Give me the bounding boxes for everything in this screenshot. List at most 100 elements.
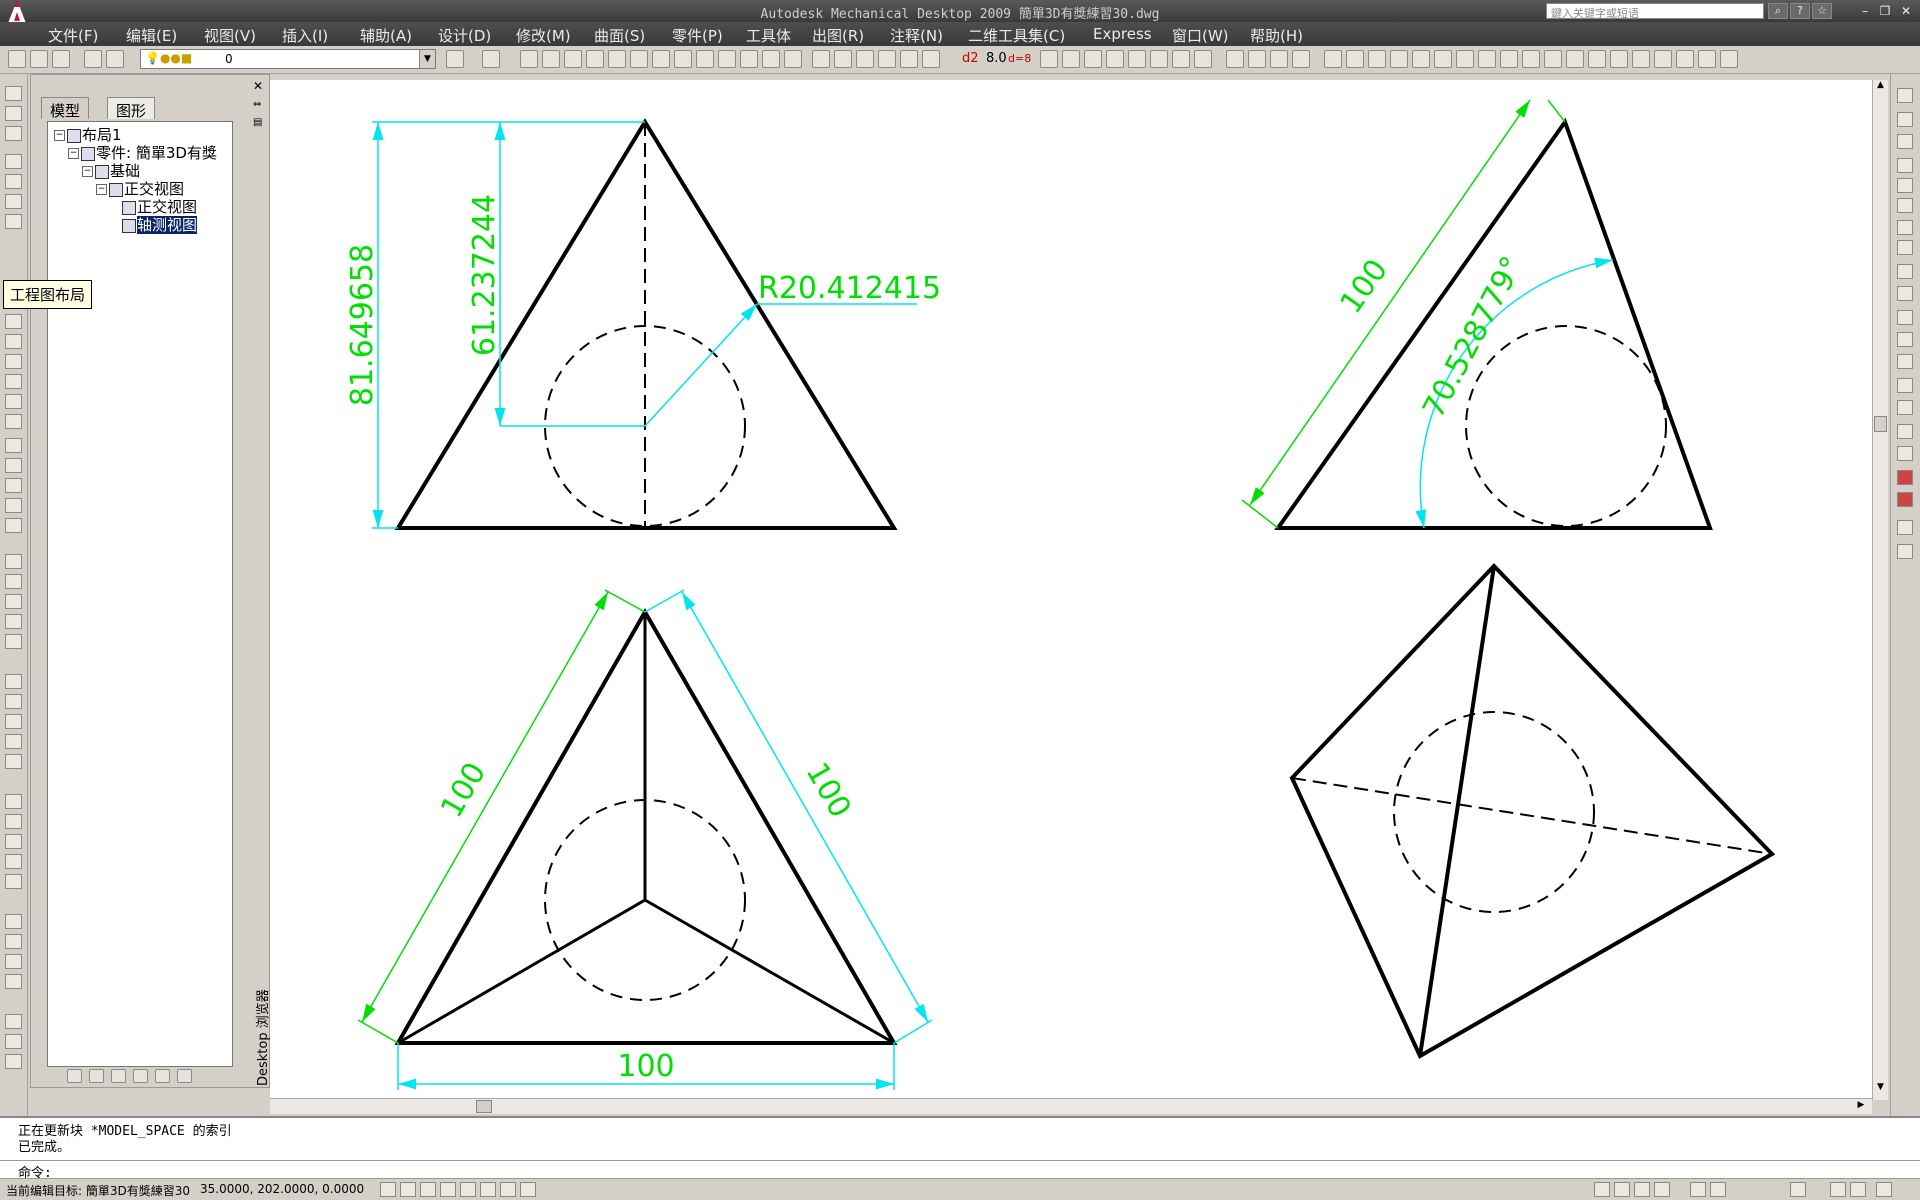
scroll-up-icon[interactable]: ▲ (1874, 80, 1887, 94)
menu-modify[interactable]: 修改(M) (516, 25, 571, 46)
right-tool-icon-9[interactable] (1897, 264, 1913, 279)
right-tool-icon-17[interactable] (1897, 446, 1913, 461)
right-tool-icon-10[interactable] (1897, 286, 1913, 301)
left-tool-icon-13[interactable] (5, 414, 22, 429)
text-icon[interactable] (1040, 50, 1058, 68)
text-style-icon[interactable] (1084, 50, 1102, 68)
view-tool-icon-4[interactable] (1292, 50, 1310, 68)
collapse-icon[interactable]: − (68, 148, 79, 159)
browser-tool-icon-4[interactable] (133, 1069, 148, 1083)
left-tool-icon-24[interactable] (5, 674, 22, 689)
left-tool-icon-15[interactable] (5, 458, 22, 473)
left-tool-icon-29[interactable] (5, 794, 22, 809)
plot-icon[interactable] (84, 50, 102, 68)
otrack-toggle[interactable] (480, 1182, 496, 1197)
menu-file[interactable]: 文件(F) (48, 25, 98, 46)
move-icon[interactable] (1434, 50, 1452, 68)
tab-drawing[interactable]: 图形 (107, 97, 156, 120)
left-tool-icon-12[interactable] (5, 394, 22, 409)
polar-toggle[interactable] (440, 1182, 456, 1197)
search-input[interactable]: 鍵入关键字或短语 (1546, 3, 1764, 20)
menu-view[interactable]: 视图(V) (204, 25, 256, 46)
help-icon[interactable]: ? (1790, 3, 1810, 19)
left-tool-icon-19[interactable] (5, 554, 22, 569)
left-tool-icon-27[interactable] (5, 734, 22, 749)
left-tool-icon-31[interactable] (5, 834, 22, 849)
tool-icon-9[interactable] (696, 50, 714, 68)
right-tool-icon-2[interactable] (1897, 112, 1913, 127)
left-tool-icon-21[interactable] (5, 594, 22, 609)
model-layout-icon[interactable] (1594, 1182, 1610, 1197)
menu-surface[interactable]: 曲面(S) (594, 25, 645, 46)
command-input[interactable]: 命令: (0, 1160, 1920, 1181)
settings-icon[interactable] (1830, 1182, 1846, 1197)
zoom-status-icon[interactable] (1710, 1182, 1726, 1197)
left-tool-icon-1[interactable] (5, 86, 22, 101)
restore-button[interactable]: ❐ (1876, 3, 1894, 19)
link-icon[interactable] (1676, 50, 1694, 68)
layer-dropdown[interactable]: 💡●●■ 0 ▼ (140, 49, 436, 69)
find-icon[interactable] (1106, 50, 1124, 68)
right-tool-icon-11[interactable] (1897, 310, 1913, 325)
right-tool-icon-19[interactable] (1897, 492, 1913, 507)
right-tool-icon-6[interactable] (1897, 198, 1913, 213)
front-view[interactable]: 81.649658 61.237244 R20.412415 (345, 118, 941, 530)
layout-icon-4[interactable] (1654, 1182, 1670, 1197)
trim-icon[interactable] (1522, 50, 1540, 68)
menu-express[interactable]: Express (1093, 25, 1152, 43)
left-tool-icon-32[interactable] (5, 854, 22, 869)
tool-icon-10[interactable] (718, 50, 736, 68)
tool-icon-3[interactable] (564, 50, 582, 68)
left-tool-icon-39[interactable] (5, 1034, 22, 1049)
offset-icon[interactable] (1390, 50, 1408, 68)
right-tool-icon-4[interactable] (1897, 158, 1913, 173)
menu-toolbody[interactable]: 工具体 (746, 25, 791, 46)
new-icon[interactable] (8, 50, 26, 68)
browser-tool-icon-3[interactable] (111, 1069, 126, 1083)
close-icon[interactable]: ✕ (253, 79, 263, 93)
dim-d8-label[interactable]: d=8 (1008, 52, 1031, 65)
zoom-icon[interactable] (834, 50, 852, 68)
erase-icon[interactable] (1324, 50, 1342, 68)
menu-plot[interactable]: 出图(R) (812, 25, 864, 46)
right-tool-icon-7[interactable] (1897, 220, 1913, 235)
zoom-window-icon[interactable] (856, 50, 874, 68)
redo-icon[interactable] (482, 50, 500, 68)
save-icon[interactable] (52, 50, 70, 68)
left-tool-icon-10[interactable] (5, 354, 22, 369)
left-tool-icon-40[interactable] (5, 1054, 22, 1069)
open-icon[interactable] (30, 50, 48, 68)
tool-icon-5[interactable] (608, 50, 626, 68)
break-icon[interactable] (1566, 50, 1584, 68)
left-tool-icon-20[interactable] (5, 574, 22, 589)
pan-icon[interactable] (812, 50, 830, 68)
left-tool-icon-23[interactable] (5, 634, 22, 649)
menu-assist[interactable]: 辅助(A) (360, 25, 412, 46)
tree-item-iso[interactable]: 轴测视图 (122, 214, 198, 235)
tool-icon-6[interactable] (630, 50, 648, 68)
lineweight-toggle[interactable] (520, 1182, 536, 1197)
tab-model[interactable]: 模型 (41, 97, 90, 120)
mtext-icon[interactable] (1062, 50, 1080, 68)
collapse-icon[interactable]: − (96, 184, 107, 195)
scale-icon[interactable] (1478, 50, 1496, 68)
right-tool-icon-20[interactable] (1897, 520, 1913, 535)
chevron-down-icon[interactable]: ▼ (419, 50, 435, 68)
left-tool-icon-6[interactable] (5, 194, 22, 209)
properties-panel-icon[interactable]: ▤ (253, 117, 262, 128)
design-center-icon[interactable] (922, 50, 940, 68)
explode-icon[interactable] (1654, 50, 1672, 68)
collapse-icon[interactable]: − (82, 166, 93, 177)
right-tool-icon-21[interactable] (1897, 544, 1913, 559)
right-tool-icon-16[interactable] (1897, 424, 1913, 439)
left-tool-icon-9[interactable] (5, 334, 22, 349)
right-tool-icon-14[interactable] (1897, 378, 1913, 393)
left-tool-icon-7[interactable] (5, 214, 22, 229)
left-tool-icon-11[interactable] (5, 374, 22, 389)
extend-icon[interactable] (1544, 50, 1562, 68)
menu-part[interactable]: 零件(P) (672, 25, 723, 46)
tool-icon-11[interactable] (740, 50, 758, 68)
clean-screen-icon[interactable] (1876, 1182, 1892, 1197)
lock-icon[interactable] (1897, 400, 1913, 415)
chamfer-icon[interactable] (1610, 50, 1628, 68)
